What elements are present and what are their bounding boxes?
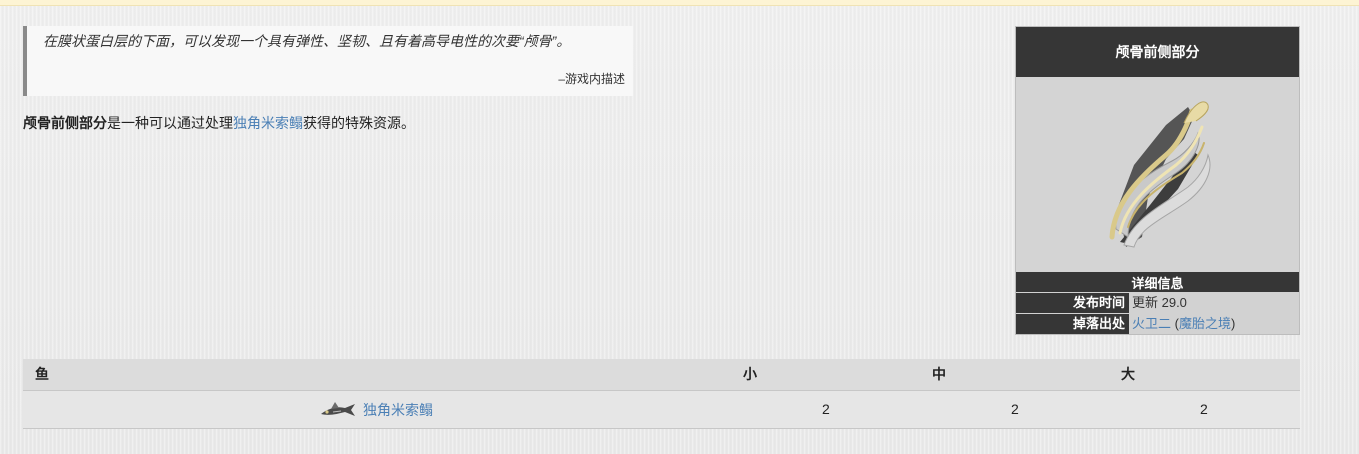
header-medium[interactable]: 中 xyxy=(932,359,946,390)
quote-text: 在膜状蛋白层的下面，可以发现一个具有弹性、坚韧、且有着高导电性的次要“颅骨”。 xyxy=(43,33,571,49)
infobox: 颅骨前侧部分 详细信息 发布时间 更新 29.0 掉落出处 火卫二 (魔胎之境) xyxy=(1015,26,1300,335)
infobox-title: 颅骨前侧部分 xyxy=(1016,27,1299,77)
fish-icon[interactable] xyxy=(319,400,357,420)
description-text-2: 获得的特殊资源。 xyxy=(303,115,415,131)
notice-strip xyxy=(0,0,1359,6)
fish-link[interactable]: 独角米索鳎 xyxy=(233,115,303,131)
drop-label: 掉落出处 xyxy=(1016,314,1129,334)
infobox-section-details: 详细信息 xyxy=(1016,272,1299,292)
cell-small: 2 xyxy=(822,401,830,417)
fish-name-link[interactable]: 独角米索鳎 xyxy=(363,400,433,420)
header-fish[interactable]: 鱼 xyxy=(35,359,49,390)
fish-cell: 独角米索鳎 xyxy=(319,391,433,428)
drop-paren-open: ( xyxy=(1171,316,1179,331)
drop-paren-close: ) xyxy=(1230,316,1236,331)
fish-table: 鱼 小 中 大 独角米索鳎 2 2 2 xyxy=(23,359,1300,429)
drop-location-link[interactable]: 火卫二 xyxy=(1132,316,1171,331)
skull-fragment-icon xyxy=(1109,101,1211,248)
header-small[interactable]: 小 xyxy=(743,359,757,390)
drop-sublocation-link[interactable]: 魔胎之境 xyxy=(1179,316,1231,331)
item-name: 颅骨前侧部分 xyxy=(23,115,107,131)
header-large[interactable]: 大 xyxy=(1121,359,1135,390)
release-link[interactable]: 更新 29.0 xyxy=(1132,293,1187,313)
description-text-1: 是一种可以通过处理 xyxy=(107,115,233,131)
game-quote: 在膜状蛋白层的下面，可以发现一个具有弹性、坚韧、且有着高导电性的次要“颅骨”。 … xyxy=(23,26,633,96)
infobox-image[interactable] xyxy=(1016,77,1299,272)
cell-large: 2 xyxy=(1200,401,1208,417)
table-row: 独角米索鳎 2 2 2 xyxy=(23,391,1300,429)
table-header: 鱼 小 中 大 xyxy=(23,359,1300,391)
release-row: 发布时间 更新 29.0 xyxy=(1016,292,1299,313)
item-description: 颅骨前侧部分是一种可以通过处理独角米索鳎获得的特殊资源。 xyxy=(23,113,415,133)
drop-row: 掉落出处 火卫二 (魔胎之境) xyxy=(1016,313,1299,334)
quote-source: –游戏内描述 xyxy=(558,72,625,86)
release-label: 发布时间 xyxy=(1016,293,1129,313)
drop-value: 火卫二 (魔胎之境) xyxy=(1132,314,1235,334)
cell-medium: 2 xyxy=(1011,401,1019,417)
